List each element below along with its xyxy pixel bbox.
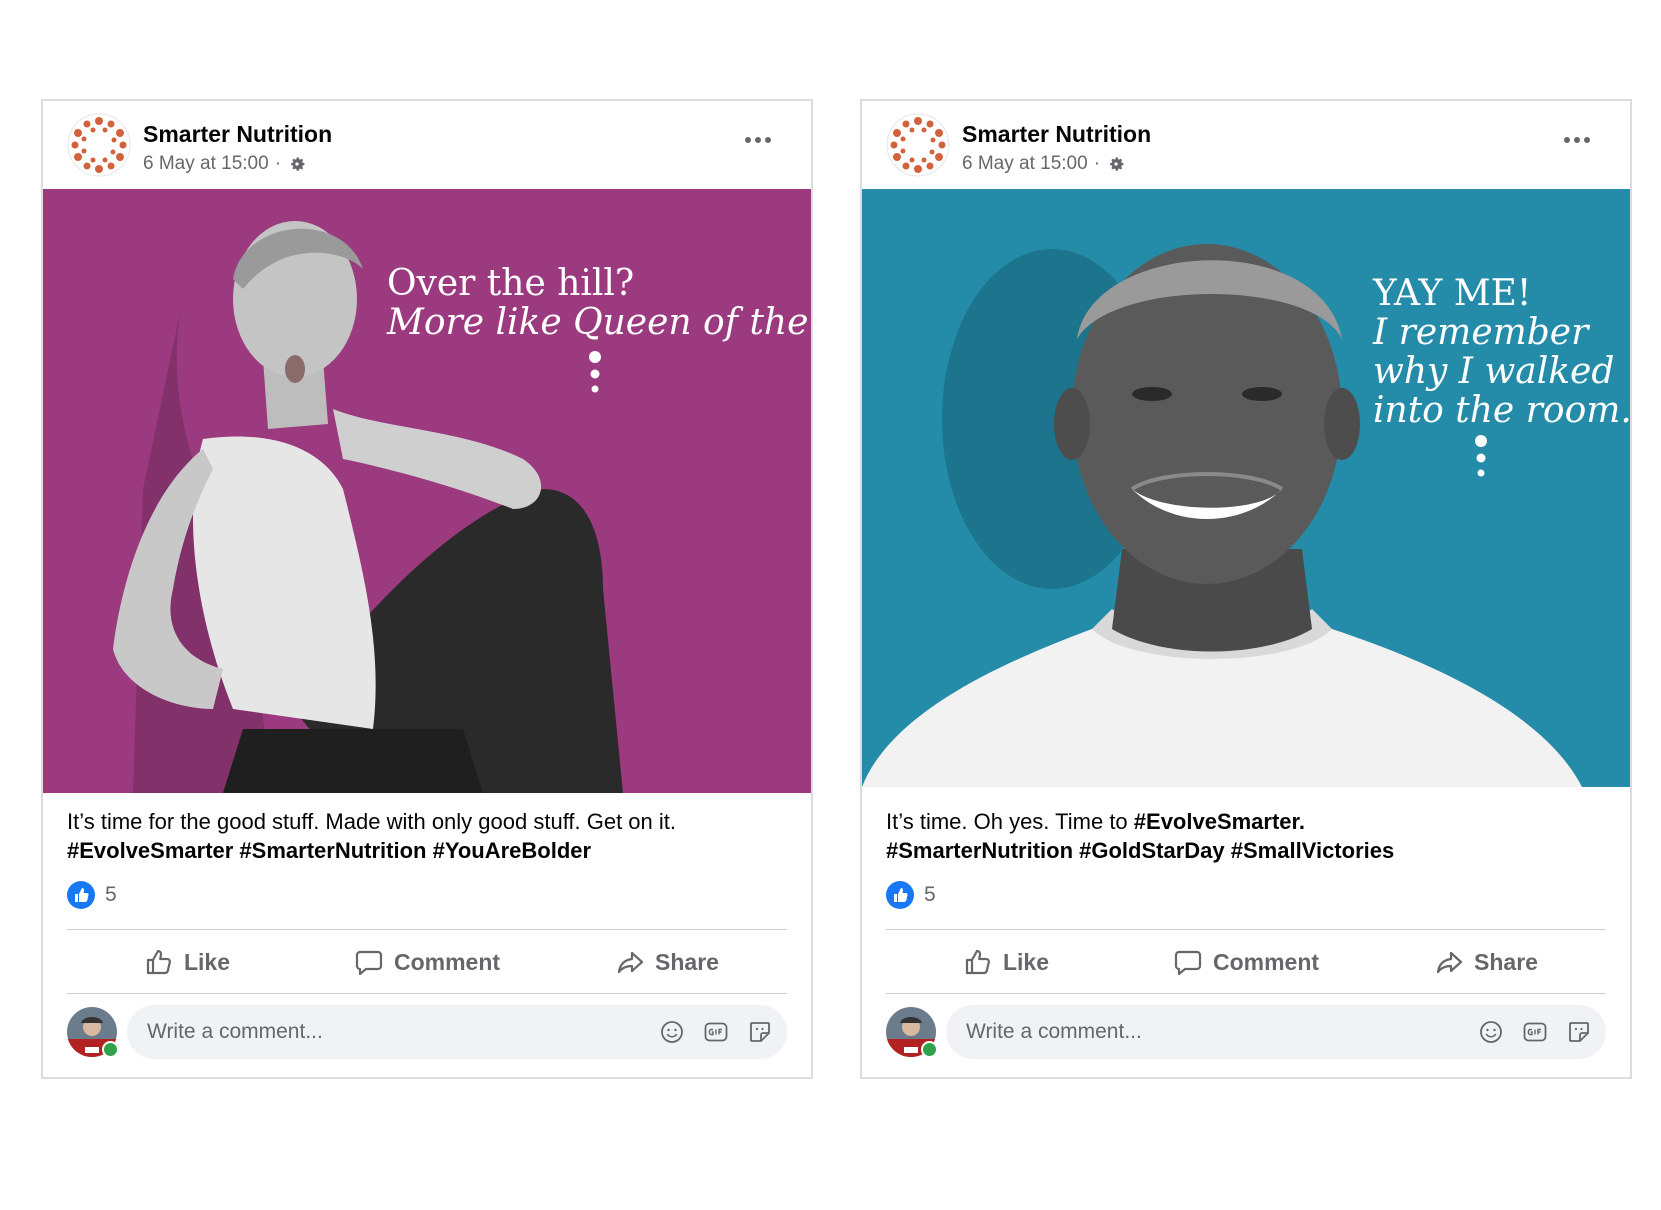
like-button[interactable]: Like	[886, 931, 1126, 993]
share-button[interactable]: Share	[547, 931, 787, 993]
share-label: Share	[655, 948, 719, 975]
share-button[interactable]: Share	[1366, 931, 1606, 993]
like-label: Like	[1002, 948, 1050, 975]
vertical-dots-mark-icon	[589, 351, 601, 393]
headline-line: YAY ME!	[1373, 273, 1532, 314]
reaction-count: 5	[105, 883, 117, 906]
post-caption: It’s time. Oh yes. Time to #EvolveSmarte…	[886, 807, 1610, 865]
post-actions: Like Comment Share	[67, 931, 787, 993]
like-badge-icon	[67, 881, 95, 909]
post-actions: Like Comment Share	[886, 931, 1606, 993]
meta-separator: ·	[1093, 153, 1101, 174]
feed-post: Smarter Nutrition 6 May at 15:00 ·	[41, 99, 813, 1079]
headline-line: I remember	[1373, 311, 1589, 353]
thumbs-up-icon	[146, 949, 171, 975]
reaction-summary[interactable]: 5	[67, 881, 117, 909]
meta-separator: ·	[274, 153, 282, 174]
comment-icon	[355, 950, 383, 976]
gear-icon	[1110, 157, 1124, 171]
emoji-icon[interactable]	[1478, 1019, 1504, 1045]
online-status-dot	[102, 1041, 119, 1058]
post-header: Smarter Nutrition 6 May at 15:00 ·	[43, 101, 811, 189]
post-timestamp[interactable]: 6 May at 15:00	[962, 153, 1088, 175]
share-icon	[617, 951, 644, 974]
reaction-summary[interactable]: 5	[886, 881, 936, 909]
divider	[67, 993, 787, 994]
reaction-count: 5	[924, 883, 936, 906]
post-header: Smarter Nutrition 6 May at 15:00 ·	[862, 101, 1630, 189]
comment-input-tools	[1478, 1019, 1592, 1045]
emoji-icon[interactable]	[659, 1019, 685, 1045]
headline-line: More like Queen of the hill.	[387, 301, 811, 343]
like-label: Like	[183, 948, 231, 975]
logo-ring-icon[interactable]	[886, 113, 950, 177]
gif-icon[interactable]	[703, 1019, 729, 1045]
gif-icon[interactable]	[1522, 1019, 1548, 1045]
page-name[interactable]: Smarter Nutrition	[143, 121, 332, 148]
sticker-icon[interactable]	[747, 1019, 773, 1045]
online-status-dot	[921, 1041, 938, 1058]
post-timestamp[interactable]: 6 May at 15:00	[143, 153, 269, 175]
feed-post: Smarter Nutrition 6 May at 15:00 ·	[860, 99, 1632, 1079]
share-icon	[1436, 951, 1463, 974]
divider	[886, 929, 1606, 930]
caption-hashtags[interactable]: #EvolveSmarter #SmarterNutrition #YouAre…	[67, 838, 591, 863]
like-badge-icon	[886, 881, 914, 909]
comment-icon	[1174, 950, 1202, 976]
image-headline: Over the hill? More like Queen of the hi…	[387, 263, 811, 343]
headline-line: Over the hill?	[387, 263, 635, 304]
comment-composer	[67, 1005, 787, 1061]
caption-text: It’s time for the good stuff. Made with …	[67, 809, 677, 834]
page-name[interactable]: Smarter Nutrition	[962, 121, 1151, 148]
post-meta: 6 May at 15:00 ·	[962, 153, 1126, 175]
gear-icon	[291, 157, 305, 171]
caption-text: It’s time. Oh yes. Time to	[886, 809, 1134, 834]
logo-ring-icon[interactable]	[67, 113, 131, 177]
divider	[886, 993, 1606, 994]
post-image[interactable]: Over the hill? More like Queen of the hi…	[43, 189, 811, 793]
post-caption: It’s time for the good stuff. Made with …	[67, 807, 791, 865]
vertical-dots-mark-icon	[1475, 435, 1487, 477]
avatar[interactable]	[67, 1007, 119, 1058]
sticker-icon[interactable]	[1566, 1019, 1592, 1045]
comment-button[interactable]: Comment	[1126, 931, 1366, 993]
more-options-icon[interactable]	[743, 133, 773, 147]
comment-composer	[886, 1005, 1606, 1061]
headline-line: why I walked	[1373, 350, 1615, 392]
share-label: Share	[1474, 948, 1538, 975]
headline-line: into the room.	[1373, 389, 1630, 431]
avatar[interactable]	[886, 1007, 938, 1058]
comment-button[interactable]: Comment	[307, 931, 547, 993]
comment-label: Comment	[393, 948, 501, 975]
comment-label: Comment	[1212, 948, 1320, 975]
caption-hashtags[interactable]: #SmarterNutrition #GoldStarDay #SmallVic…	[886, 838, 1394, 863]
thumbs-up-icon	[965, 949, 990, 975]
comment-input-tools	[659, 1019, 773, 1045]
post-meta: 6 May at 15:00 ·	[143, 153, 307, 175]
caption-hashtag-inline[interactable]: #EvolveSmarter.	[1134, 809, 1305, 834]
post-image[interactable]: YAY ME! I remember why I walked into the…	[862, 189, 1630, 787]
more-options-icon[interactable]	[1562, 133, 1592, 147]
like-button[interactable]: Like	[67, 931, 307, 993]
image-headline: YAY ME! I remember why I walked into the…	[1373, 273, 1630, 431]
divider	[67, 929, 787, 930]
